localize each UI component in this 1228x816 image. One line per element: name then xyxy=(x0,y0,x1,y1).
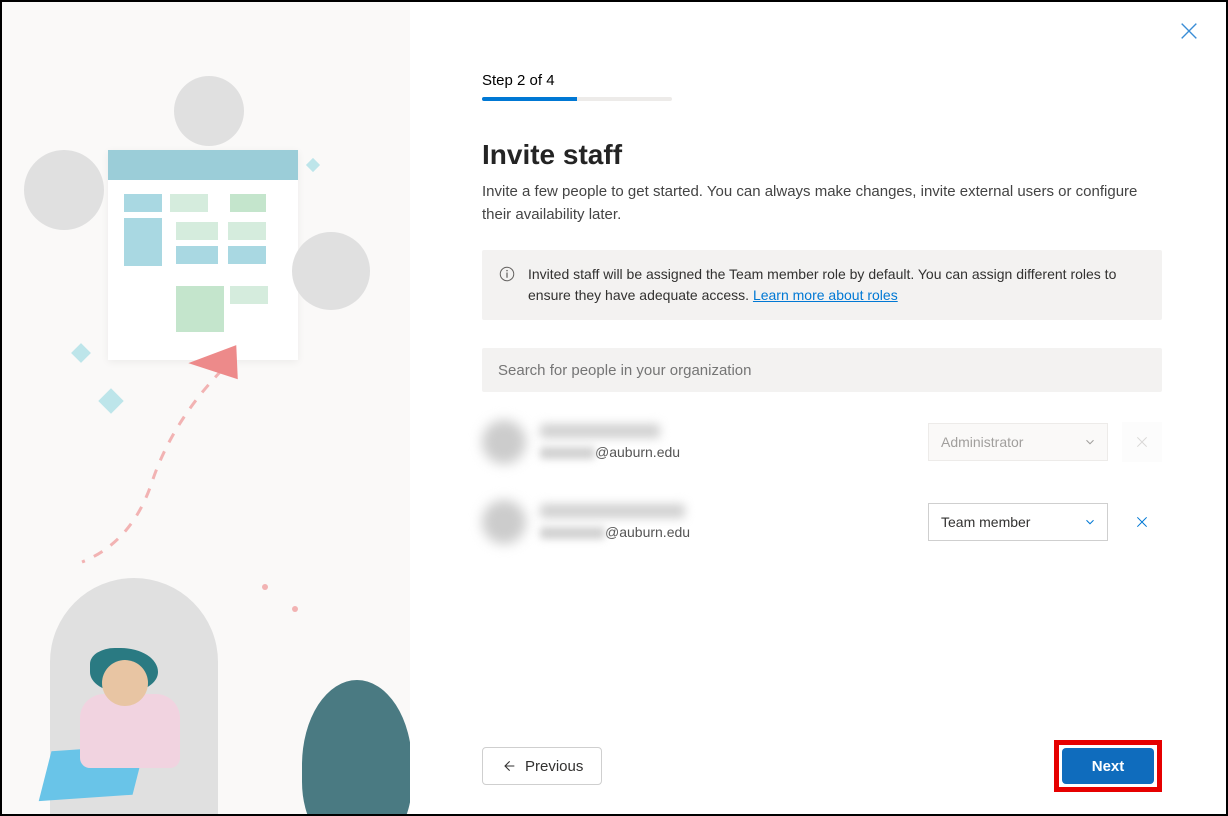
next-button[interactable]: Next xyxy=(1062,748,1154,784)
role-value: Team member xyxy=(941,514,1030,530)
user-name-redacted xyxy=(540,504,685,518)
close-icon xyxy=(1134,514,1150,530)
info-banner: Invited staff will be assigned the Team … xyxy=(482,250,1162,320)
progress-bar xyxy=(482,97,672,101)
user-email: @auburn.edu xyxy=(540,524,914,540)
arrow-left-icon xyxy=(501,758,517,774)
chevron-down-icon xyxy=(1083,435,1097,449)
staff-row: @auburn.edu Team member xyxy=(482,492,1162,552)
deco-person-1 xyxy=(174,76,244,146)
deco-dot xyxy=(292,606,298,612)
email-suffix: @auburn.edu xyxy=(605,524,690,540)
email-suffix: @auburn.edu xyxy=(595,444,680,460)
page-title: Invite staff xyxy=(482,139,1162,171)
remove-button xyxy=(1122,422,1162,462)
deco-person-3 xyxy=(292,232,370,310)
staff-row: @auburn.edu Administrator xyxy=(482,412,1162,472)
deco-dot xyxy=(262,584,268,590)
close-button[interactable] xyxy=(1178,20,1200,42)
user-name-redacted xyxy=(540,424,660,438)
learn-more-link[interactable]: Learn more about roles xyxy=(753,287,898,303)
role-select[interactable]: Team member xyxy=(928,503,1108,541)
close-icon xyxy=(1134,434,1150,450)
role-select: Administrator xyxy=(928,423,1108,461)
info-icon xyxy=(498,265,516,283)
chevron-down-icon xyxy=(1083,515,1097,529)
user-info: @auburn.edu xyxy=(540,424,914,460)
close-icon xyxy=(1178,20,1200,42)
page-subtitle: Invite a few people to get started. You … xyxy=(482,181,1142,226)
user-email: @auburn.edu xyxy=(540,444,914,460)
deco-person-head xyxy=(102,660,148,706)
deco-person-2 xyxy=(24,150,104,230)
role-value: Administrator xyxy=(941,434,1023,450)
previous-label: Previous xyxy=(525,758,583,775)
deco-card xyxy=(108,150,298,360)
avatar xyxy=(482,420,526,464)
previous-button[interactable]: Previous xyxy=(482,747,602,785)
step-label: Step 2 of 4 xyxy=(482,72,1162,89)
info-text: Invited staff will be assigned the Team … xyxy=(528,264,1146,306)
user-info: @auburn.edu xyxy=(540,504,914,540)
avatar xyxy=(482,500,526,544)
next-highlight: Next xyxy=(1054,740,1162,792)
remove-button[interactable] xyxy=(1122,502,1162,542)
illustration-panel xyxy=(2,2,410,814)
search-input[interactable] xyxy=(482,348,1162,392)
